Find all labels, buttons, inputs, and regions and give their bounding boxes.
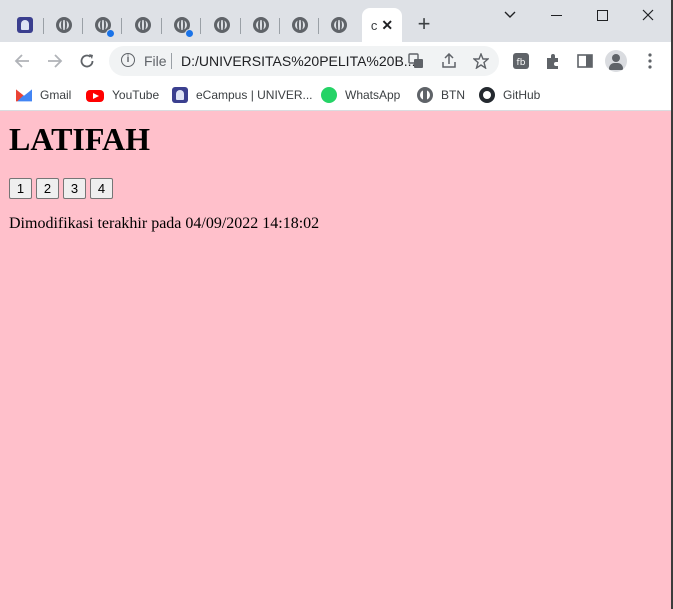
bookmark-youtube[interactable]: YouTube [86,85,159,105]
menu-kebab-icon[interactable] [640,51,660,71]
bookmark-label: GitHub [503,88,541,102]
back-arrow-icon [14,54,29,68]
address-bar[interactable]: i File D:/UNIVERSITAS%20PELITA%20B... [109,46,499,76]
translate-icon[interactable] [406,51,426,71]
forward-button[interactable] [42,48,68,74]
globe-icon [292,17,308,33]
tab-2[interactable] [45,8,83,42]
close-tab-icon[interactable]: ✕ [381,17,393,34]
whatsapp-icon [321,87,337,103]
tab-8[interactable] [281,8,319,42]
globe-icon [417,87,433,103]
bookmark-star-icon[interactable] [471,51,491,71]
puzzle-icon[interactable] [543,51,563,71]
tab-7[interactable] [242,8,280,42]
bookmark-label: Gmail [40,88,72,102]
browser-window: c ✕ + i File D:/UNIVERSITAS%20PELITA%20B… [0,0,673,609]
button-2[interactable]: 2 [36,178,59,199]
globe-icon [135,17,151,33]
profile-avatar-icon[interactable] [605,50,627,72]
bookmark-label: eCampus | UNIVER... [196,88,313,102]
url-text[interactable]: D:/UNIVERSITAS%20PELITA%20B... [181,53,415,69]
loading-dot-icon [185,29,194,38]
maximize-icon [596,9,608,21]
campus-icon [17,17,33,33]
side-panel-icon[interactable] [575,51,595,71]
bookmark-gmail[interactable]: Gmail [16,85,71,105]
bookmarks-bar: Gmail YouTube eCampus | UNIVER... WhatsA… [0,80,671,111]
bookmark-ecampus[interactable]: eCampus | UNIVER... [172,85,312,105]
bookmark-whatsapp[interactable]: WhatsApp [321,85,400,105]
globe-icon [56,17,72,33]
close-icon [642,9,654,21]
share-icon[interactable] [439,51,459,71]
tab-4[interactable] [124,8,162,42]
bookmark-label: WhatsApp [345,88,401,102]
active-tab-title: c [370,17,378,33]
button-1[interactable]: 1 [9,178,32,199]
tab-active[interactable]: c ✕ [362,8,402,42]
campus-icon [172,87,188,103]
back-button[interactable] [9,48,35,74]
url-scheme: File [144,53,167,69]
forward-arrow-icon [48,54,63,68]
info-icon[interactable]: i [121,53,135,67]
tab-strip: c ✕ + [0,0,671,42]
bookmark-btn[interactable]: BTN [417,85,465,105]
browser-toolbar: i File D:/UNIVERSITAS%20PELITA%20B... fb [0,42,671,80]
minimize-button[interactable] [533,0,579,30]
globe-icon [331,17,347,33]
loading-dot-icon [106,29,115,38]
last-modified-text: Dimodifikasi terakhir pada 04/09/2022 14… [9,215,320,232]
globe-icon [253,17,269,33]
minimize-icon [550,14,562,16]
tab-9[interactable] [320,8,358,42]
gmail-icon [16,89,32,102]
bookmark-label: YouTube [112,88,160,102]
svg-text:fb: fb [517,58,526,68]
globe-icon [214,17,230,33]
github-icon [479,87,495,103]
maximize-button[interactable] [579,0,625,30]
tab-search-button[interactable] [487,0,533,30]
button-4[interactable]: 4 [90,178,113,199]
bookmark-label: BTN [441,88,465,102]
scheme-divider [171,53,172,69]
button-3[interactable]: 3 [63,178,86,199]
new-tab-button[interactable]: + [413,13,435,35]
tab-6[interactable] [203,8,241,42]
extension-1-icon[interactable]: fb [511,51,531,71]
reload-button[interactable] [74,48,100,74]
tab-5[interactable] [163,8,201,42]
chevron-down-icon [504,11,516,18]
tab-3[interactable] [84,8,122,42]
youtube-icon [86,90,104,102]
reload-icon [80,54,94,68]
bookmark-github[interactable]: GitHub [479,85,540,105]
tab-1[interactable] [6,8,44,42]
close-window-button[interactable] [625,0,671,30]
page-content: LATIFAH 1 2 3 4 Dimodifikasi terakhir pa… [0,111,671,609]
button-row: 1 2 3 4 [9,178,113,199]
page-heading: LATIFAH [9,121,151,157]
